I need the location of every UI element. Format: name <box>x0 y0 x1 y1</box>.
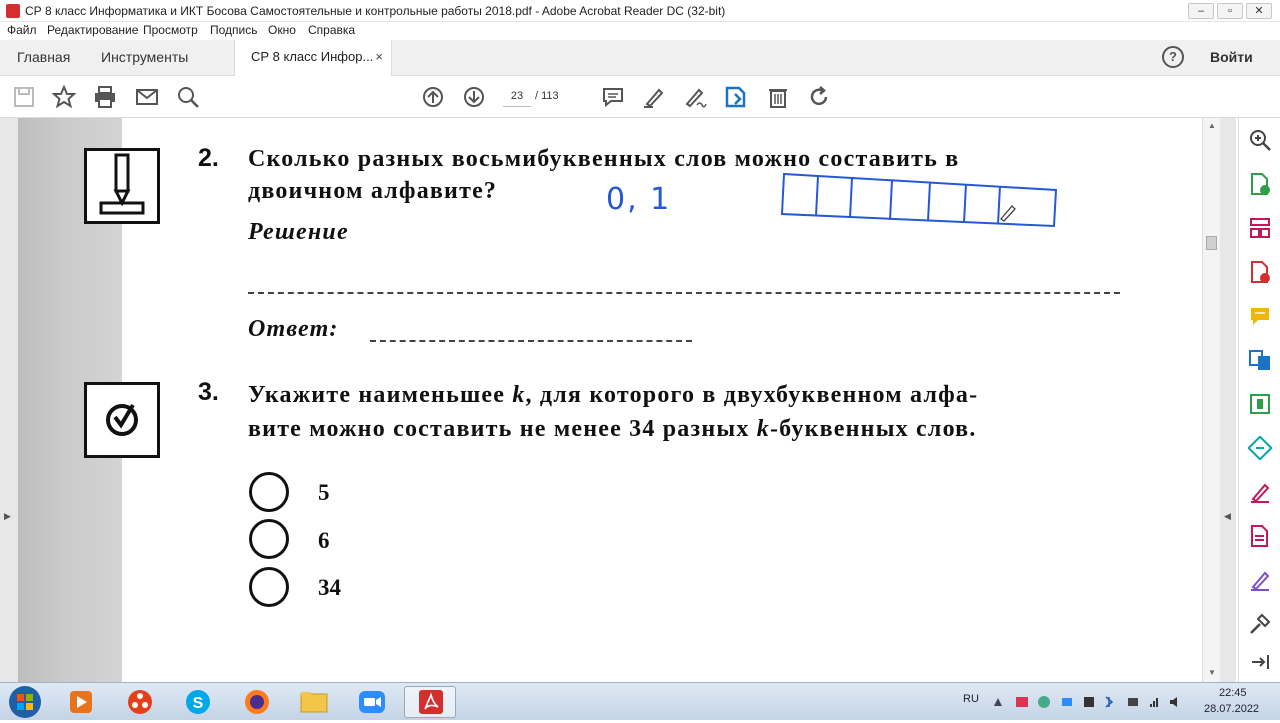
save-icon[interactable] <box>11 84 37 110</box>
handwritten-cells <box>780 172 1058 228</box>
rotate-icon[interactable] <box>806 84 832 110</box>
answer-line <box>370 340 692 342</box>
tab-tools[interactable]: Инструменты <box>101 40 188 76</box>
search-icon[interactable] <box>175 84 201 110</box>
question-2-line-2: двоичном алфавите? <box>248 178 498 204</box>
scroll-down-icon[interactable]: ▼ <box>1208 668 1216 677</box>
edit-pdf-icon[interactable] <box>723 84 749 110</box>
checkmark-task-icon <box>84 382 160 458</box>
solution-label: Решение <box>248 219 349 245</box>
create-pdf-icon[interactable] <box>1248 260 1272 284</box>
question-3-line-2: вите можно составить не менее 34 разных … <box>248 416 977 443</box>
bookmark-star-icon[interactable] <box>51 84 77 110</box>
tab-home[interactable]: Главная <box>17 40 70 76</box>
q3-line1-part-b: , для которого в двухбуквенном алфа- <box>525 382 979 408</box>
delete-icon[interactable] <box>765 84 791 110</box>
sign-icon[interactable] <box>682 84 708 110</box>
right-pane-toggle-icon[interactable]: ◀ <box>1224 511 1231 522</box>
signin-button[interactable]: Войти <box>1210 40 1253 74</box>
file-explorer-app[interactable] <box>288 686 340 718</box>
protect-icon[interactable] <box>1248 568 1272 592</box>
tab-document[interactable]: СР 8 класс Инфор... × <box>234 40 392 77</box>
maximize-button[interactable]: ▫ <box>1217 3 1243 19</box>
left-pane-toggle-icon[interactable]: ▶ <box>4 511 11 522</box>
q3-line2-part-a: вите можно составить не менее 34 разных <box>248 416 757 442</box>
close-window-button[interactable]: ✕ <box>1246 3 1272 19</box>
option-label-3: 34 <box>318 575 341 600</box>
solution-line <box>248 292 1120 294</box>
option-radio-1[interactable] <box>249 472 289 512</box>
language-indicator[interactable]: RU <box>963 693 979 705</box>
q3-line2-part-b: -буквенных слов. <box>769 416 977 442</box>
more-tools-icon[interactable] <box>1248 612 1272 636</box>
system-tray-icons[interactable] <box>992 694 1182 710</box>
q3-line1-part-a: Укажите наименьшее <box>248 382 513 408</box>
svg-text:S: S <box>193 695 204 712</box>
menu-view[interactable]: Просмотр <box>143 23 198 37</box>
vertical-scrollbar[interactable]: ▲ ▼ <box>1202 118 1220 682</box>
option-radio-3[interactable] <box>249 567 289 607</box>
collapse-pane-icon[interactable] <box>1248 650 1272 674</box>
menu-bar: Файл Редактирование Просмотр Подпись Окн… <box>0 22 1280 40</box>
compress-icon[interactable] <box>1248 392 1272 416</box>
fill-sign-icon[interactable] <box>1248 480 1272 504</box>
zoom-icon[interactable] <box>1248 128 1272 152</box>
menu-window[interactable]: Окно <box>268 23 296 37</box>
comment-icon[interactable] <box>600 84 626 110</box>
option-label-2: 6 <box>318 528 330 553</box>
menu-sign[interactable]: Подпись <box>210 23 258 37</box>
option-label-1: 5 <box>318 480 330 505</box>
pencil-cursor-icon <box>1000 205 1016 222</box>
start-button[interactable] <box>8 685 42 719</box>
highlight-pen-icon[interactable] <box>641 84 667 110</box>
firefox-app[interactable] <box>231 686 283 718</box>
pdf-page: 2. Сколько разных восьмибуквенных слов м… <box>18 118 1202 682</box>
edit-tool-icon[interactable] <box>1248 436 1272 460</box>
acrobat-app-icon <box>6 4 20 18</box>
handwritten-alphabet: 0, 1 <box>606 182 672 217</box>
menu-edit[interactable]: Редактирование <box>47 23 138 37</box>
clock-time[interactable]: 22:45 <box>1219 687 1247 699</box>
print-icon[interactable] <box>92 84 118 110</box>
page-number-input[interactable]: 23 <box>503 85 531 107</box>
taskbar: S RU 22:45 28.07.2022 <box>0 682 1280 720</box>
export-pdf-icon[interactable] <box>1248 172 1272 196</box>
option-radio-2[interactable] <box>249 519 289 559</box>
skype-app[interactable]: S <box>172 686 224 718</box>
close-tab-icon[interactable]: × <box>375 40 383 74</box>
acrobat-app[interactable] <box>404 686 456 718</box>
organize-pages-icon[interactable] <box>1248 216 1272 240</box>
page-down-icon[interactable] <box>461 84 487 110</box>
answer-label: Ответ: <box>248 316 339 342</box>
comment-tool-icon[interactable] <box>1248 304 1272 328</box>
scroll-up-icon[interactable]: ▲ <box>1208 121 1216 130</box>
menu-help[interactable]: Справка <box>308 23 355 37</box>
combine-files-icon[interactable] <box>1248 348 1272 372</box>
question-3-number: 3. <box>198 378 219 406</box>
clock-date[interactable]: 28.07.2022 <box>1204 703 1259 715</box>
scroll-thumb[interactable] <box>1206 236 1217 250</box>
q3-variable-k-2: k <box>756 416 770 442</box>
page-total: / 113 <box>535 90 559 102</box>
question-3-line-1: Укажите наименьшее k, для которого в дву… <box>248 382 978 409</box>
media-player-app[interactable] <box>55 686 107 718</box>
send-for-review-icon[interactable] <box>1248 524 1272 548</box>
toolbar <box>0 76 1280 118</box>
tab-document-label: СР 8 класс Инфор... <box>251 49 374 64</box>
window-title: СР 8 класс Информатика и ИКТ Босова Само… <box>25 4 726 18</box>
tab-bar: Главная Инструменты СР 8 класс Инфор... … <box>0 40 1280 77</box>
email-icon[interactable] <box>134 84 160 110</box>
minimize-button[interactable]: – <box>1188 3 1214 19</box>
title-bar: СР 8 класс Информатика и ИКТ Босова Само… <box>0 0 1280 22</box>
app-launcher[interactable] <box>114 686 166 718</box>
tools-pane <box>1238 118 1280 682</box>
q3-variable-k: k <box>512 382 526 408</box>
question-2-number: 2. <box>198 144 219 172</box>
zoom-app[interactable] <box>346 686 398 718</box>
pen-task-icon <box>84 148 160 224</box>
help-icon[interactable]: ? <box>1162 46 1184 68</box>
page-up-icon[interactable] <box>420 84 446 110</box>
menu-file[interactable]: Файл <box>7 23 37 37</box>
